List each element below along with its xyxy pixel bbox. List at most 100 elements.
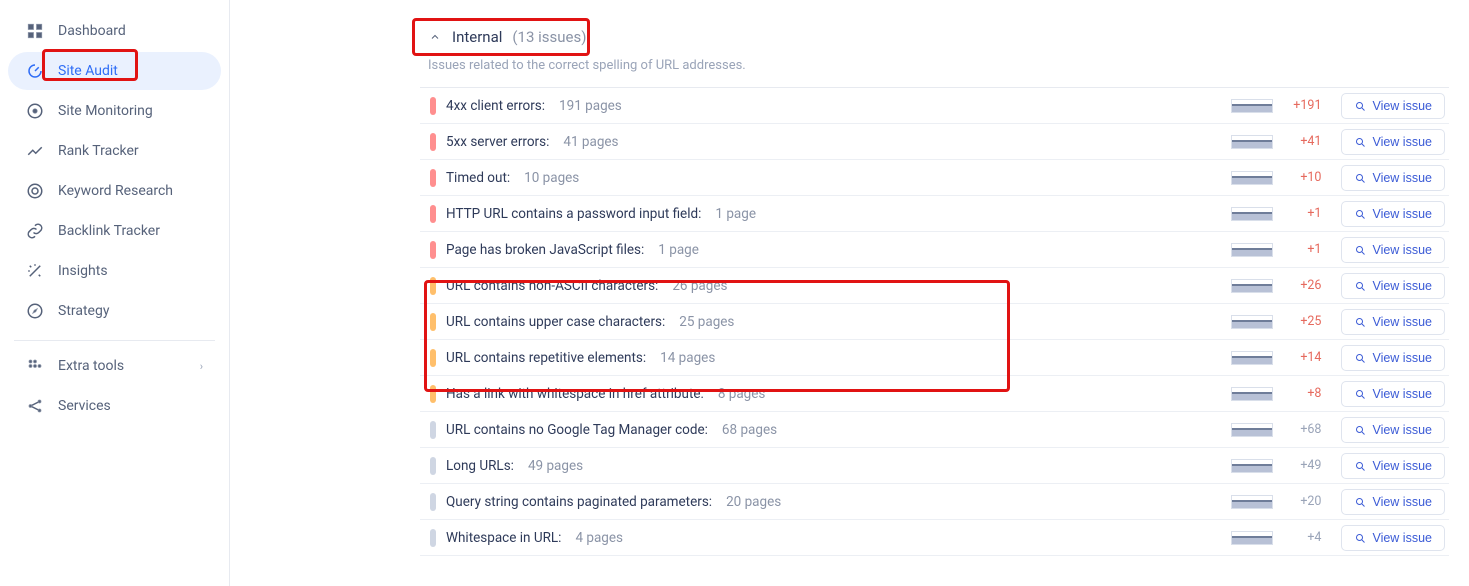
issue-label[interactable]: URL contains non-ASCII characters: <box>446 278 658 294</box>
issue-page-count: 25 pages <box>679 314 734 330</box>
search-icon <box>1354 172 1366 184</box>
view-issue-button[interactable]: View issue <box>1341 201 1445 227</box>
issue-label[interactable]: Long URLs: <box>446 458 514 474</box>
sidebar-item-label: Services <box>58 398 203 414</box>
sparkline <box>1231 423 1273 437</box>
issues-list: 4xx client errors:191 pages+191View issu… <box>420 87 1449 556</box>
issue-label[interactable]: 5xx server errors: <box>446 134 549 150</box>
sidebar-item-label: Extra tools <box>58 358 186 374</box>
section-header[interactable]: Internal (13 issues) <box>420 20 1449 54</box>
sparkline <box>1231 495 1273 509</box>
issue-label[interactable]: Query string contains paginated paramete… <box>446 494 712 510</box>
view-issue-button[interactable]: View issue <box>1341 309 1445 335</box>
sparkline <box>1231 135 1273 149</box>
issue-page-count: 4 pages <box>575 530 623 546</box>
sparkline <box>1231 351 1273 365</box>
issue-label[interactable]: 4xx client errors: <box>446 98 545 114</box>
search-icon <box>1354 316 1366 328</box>
sidebar-item-label: Keyword Research <box>58 183 203 199</box>
section-issue-count: (13 issues) <box>512 28 586 46</box>
search-icon <box>1354 208 1366 220</box>
issue-page-count: 191 pages <box>559 98 622 114</box>
view-issue-button[interactable]: View issue <box>1341 417 1445 443</box>
sidebar-item-insights[interactable]: Insights <box>8 252 221 290</box>
severity-pill <box>430 529 436 547</box>
issue-label[interactable]: Has a link with whitespace in href attri… <box>446 386 704 402</box>
issue-row: URL contains repetitive elements:14 page… <box>420 340 1449 376</box>
severity-pill <box>430 421 436 439</box>
view-issue-label: View issue <box>1372 351 1432 365</box>
issue-delta: +1 <box>1287 242 1321 257</box>
sidebar-item-label: Insights <box>58 263 203 279</box>
issue-delta: +20 <box>1287 494 1321 509</box>
issue-page-count: 49 pages <box>528 458 583 474</box>
apps-icon <box>26 357 44 375</box>
issue-page-count: 1 page <box>715 206 756 222</box>
sidebar-item-rank-tracker[interactable]: Rank Tracker <box>8 132 221 170</box>
issue-row: URL contains upper case characters: 25 pa… <box>420 304 1449 340</box>
sparkline <box>1231 459 1273 473</box>
sparkline <box>1231 99 1273 113</box>
search-icon <box>1354 460 1366 472</box>
severity-pill <box>430 457 436 475</box>
view-issue-label: View issue <box>1372 495 1432 509</box>
search-icon <box>1354 244 1366 256</box>
compass-icon <box>26 302 44 320</box>
search-icon <box>1354 532 1366 544</box>
issue-label[interactable]: Whitespace in URL: <box>446 530 561 546</box>
issue-label[interactable]: URL contains upper case characters: <box>446 314 665 330</box>
sidebar-item-services[interactable]: Services <box>8 387 221 425</box>
issue-row: URL contains no Google Tag Manager code:… <box>420 412 1449 448</box>
severity-pill <box>430 349 436 367</box>
issue-page-count: 1 page <box>658 242 699 258</box>
sidebar-item-keyword-research[interactable]: Keyword Research <box>8 172 221 210</box>
issue-delta: +14 <box>1287 350 1321 365</box>
issue-page-count: 20 pages <box>726 494 781 510</box>
view-issue-button[interactable]: View issue <box>1341 525 1445 551</box>
view-issue-button[interactable]: View issue <box>1341 489 1445 515</box>
view-issue-button[interactable]: View issue <box>1341 453 1445 479</box>
sidebar-item-site-audit[interactable]: Site Audit <box>8 52 221 90</box>
issue-delta: +10 <box>1287 170 1321 185</box>
sidebar-item-dashboard[interactable]: Dashboard <box>8 12 221 50</box>
issue-delta: +68 <box>1287 422 1321 437</box>
sidebar-item-label: Site Audit <box>58 63 203 79</box>
view-issue-button[interactable]: View issue <box>1341 93 1445 119</box>
view-issue-button[interactable]: View issue <box>1341 165 1445 191</box>
issue-row: Long URLs:49 pages+49View issue <box>420 448 1449 484</box>
issue-delta: +25 <box>1287 314 1321 329</box>
view-issue-button[interactable]: View issue <box>1341 381 1445 407</box>
chevron-up-icon <box>428 30 442 44</box>
severity-pill <box>430 241 436 259</box>
view-issue-label: View issue <box>1372 423 1432 437</box>
view-issue-button[interactable]: View issue <box>1341 345 1445 371</box>
issue-row: URL contains non-ASCII characters:26 pag… <box>420 268 1449 304</box>
view-issue-label: View issue <box>1372 279 1432 293</box>
share-icon <box>26 397 44 415</box>
monitor-icon <box>26 102 44 120</box>
sidebar-item-label: Dashboard <box>58 23 203 39</box>
sidebar-item-site-monitoring[interactable]: Site Monitoring <box>8 92 221 130</box>
sidebar-item-backlink-tracker[interactable]: Backlink Tracker <box>8 212 221 250</box>
sidebar-item-strategy[interactable]: Strategy <box>8 292 221 330</box>
issue-row: Page has broken JavaScript files: 1 page +… <box>420 232 1449 268</box>
sidebar-item-extra-tools[interactable]: Extra tools› <box>8 347 221 385</box>
issue-delta: +1 <box>1287 206 1321 221</box>
search-icon <box>1354 352 1366 364</box>
view-issue-button[interactable]: View issue <box>1341 273 1445 299</box>
search-icon <box>1354 280 1366 292</box>
issue-label[interactable]: URL contains repetitive elements: <box>446 350 646 366</box>
view-issue-button[interactable]: View issue <box>1341 237 1445 263</box>
issue-label[interactable]: Timed out: <box>446 170 510 186</box>
severity-pill <box>430 133 436 151</box>
issue-label[interactable]: HTTP URL contains a password input field… <box>446 206 701 222</box>
severity-pill <box>430 97 436 115</box>
severity-pill <box>430 169 436 187</box>
issue-label[interactable]: Page has broken JavaScript files: <box>446 242 644 258</box>
issue-page-count: 68 pages <box>722 422 777 438</box>
sparkline <box>1231 387 1273 401</box>
issue-label[interactable]: URL contains no Google Tag Manager code: <box>446 422 708 438</box>
severity-pill <box>430 205 436 223</box>
view-issue-button[interactable]: View issue <box>1341 129 1445 155</box>
issue-row: 4xx client errors:191 pages+191View issu… <box>420 88 1449 124</box>
